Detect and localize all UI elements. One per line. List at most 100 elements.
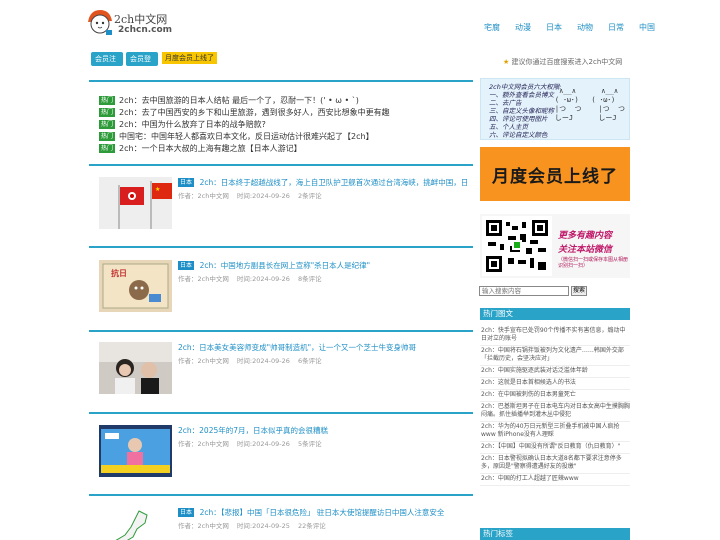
article-thumbnail[interactable] (99, 342, 172, 394)
news-link[interactable]: 2ch：中国为什么放弃了日本的战争赔款? (119, 119, 266, 130)
svg-text:★: ★ (155, 186, 160, 193)
ascii-art: ∧__∧ ∧__∧ ( ･ω･) ( ･ω･) |つ つ |つ つ しーJ しー… (554, 87, 625, 122)
site-logo[interactable]: 2ch中文网 2chcn.com (86, 8, 176, 38)
list-item[interactable]: 2ch：这就是日本首相候选人的书法 (480, 378, 630, 390)
article-title[interactable]: 2ch：【悲报】中国「日本很危险」 驻日本大使馆提醒访日中国人注意安全 (200, 508, 445, 517)
article-author: 作者：2ch中文网 (178, 357, 229, 365)
monthly-member-link[interactable]: 月度会员上线了 (162, 52, 217, 64)
article-title[interactable]: 2ch：2025年的7月，日本似乎真的会很糟糕 (178, 426, 328, 435)
list-item[interactable]: 2ch：【中国】中国没有所谓"反日教育（仇日教育）" (480, 442, 630, 454)
article-meta: 作者：2ch中文网 时间:2024-09-26 2条评论 (178, 190, 328, 200)
nav-item-japan[interactable]: 日本 (546, 22, 562, 33)
article-author: 作者：2ch中文网 (178, 192, 229, 200)
search-hint: ★ 建议你通过百度搜索进入2ch中文网 (503, 57, 622, 67)
divider (89, 330, 473, 332)
hot-articles-heading: 热门图文 (480, 308, 630, 320)
article-meta: 作者：2ch中文网 时间:2024-09-26 5条评论 (178, 438, 328, 448)
divider (89, 494, 473, 496)
privilege-line: 六、评论自定义颜色 (489, 131, 548, 139)
nav-item-anime[interactable]: 动漫 (515, 22, 531, 33)
article-comments[interactable]: 2条评论 (298, 192, 322, 200)
list-item[interactable]: 2ch：日本警视拟确认日本大道8名都下要求注意停多多，原因是"警察得遭遇好友的投… (480, 454, 630, 474)
article-thumbnail[interactable] (99, 507, 172, 540)
hot-articles-list: 2ch：快手宣布已处罚90个传播不实有害信息，煽动中日对立的账号 2ch：中国将… (480, 326, 630, 486)
search-hint-text: 建议你通过百度搜索进入2ch中文网 (511, 58, 623, 66)
star-icon: ★ (503, 58, 510, 66)
logo-url: 2chcn.com (118, 25, 173, 35)
list-item[interactable]: 2ch：华为的40万日元新型三折叠手机被中国人疯抢 www 新iPhone没有人… (480, 422, 630, 442)
svg-text:抗日: 抗日 (111, 268, 127, 278)
qr-text-line2: 关注本站微信 (558, 245, 613, 255)
article-time: 时间:2024-09-26 (236, 357, 290, 365)
category-tag[interactable]: 日本 (178, 178, 195, 187)
news-link[interactable]: 2ch：去中国旅游的日本人结帖 最后一个了，忍耐一下！(' • ω • `) (119, 95, 359, 106)
news-link[interactable]: 2ch：去了中国西安的乡下和山里旅游，遇到很多好人，西安比想象中更有趣 (119, 107, 390, 118)
article-title[interactable]: 2ch：日本终于超越战线了，海上自卫队护卫舰首次通过台湾海峡，挑衅中国，日 (200, 178, 468, 187)
article-author: 作者：2ch中文网 (178, 522, 229, 530)
article-thumbnail[interactable]: 抗日 (99, 260, 172, 312)
register-button[interactable]: 会员注册 (91, 52, 123, 77)
photo-image (99, 342, 172, 394)
article-thumbnail[interactable] (99, 425, 172, 477)
japan-map-image (99, 507, 172, 540)
divider (89, 246, 473, 248)
ad-text: 月度会员上线了 (492, 166, 618, 187)
list-item[interactable]: 热门 2ch：一个日本大叔的上海有趣之旅【日本人游记】 (99, 142, 469, 154)
monthly-member-ad[interactable]: 月度会员上线了 (480, 147, 630, 201)
article-meta: 作者：2ch中文网 时间:2024-09-26 8条评论 (178, 273, 328, 283)
list-item[interactable]: 2ch：巴基斯坦男子在日本电车内对日本女高中生摸胸胸闷痛。抓住插播举到灌木丛中侵… (480, 402, 630, 422)
article-time: 时间:2024-09-26 (236, 192, 290, 200)
wechat-qr-banner[interactable]: 更多有趣内容 关注本站微信 （微信扫一扫或保存本图从相册识别扫一扫） (480, 214, 630, 278)
article-author: 作者：2ch中文网 (178, 440, 229, 448)
article-meta: 作者：2ch中文网 时间:2024-09-25 22条评论 (178, 520, 332, 530)
article-comments[interactable]: 8条评论 (298, 275, 322, 283)
search-input[interactable] (479, 286, 569, 296)
article-thumbnail[interactable]: ★ (99, 177, 172, 229)
list-item[interactable]: 2ch：中国的打工人超越了匠辣www (480, 474, 630, 486)
category-tag[interactable]: 日本 (178, 261, 195, 270)
hot-news-list: 热门 2ch：去中国旅游的日本人结帖 最后一个了，忍耐一下！(' • ω • `… (99, 94, 469, 154)
hot-tags-heading: 热门标签 (480, 528, 630, 540)
article-comments[interactable]: 6条评论 (298, 357, 322, 365)
hot-tag: 热门 (99, 95, 116, 105)
nav-item-daily[interactable]: 日常 (608, 22, 624, 33)
category-tag[interactable]: 日本 (178, 508, 195, 517)
nav-item-china[interactable]: 中国 (639, 22, 655, 33)
mascot-logo-icon (88, 10, 112, 35)
privilege-line: 五、个人主页 (489, 123, 528, 131)
article-time: 时间:2024-09-25 (236, 522, 290, 530)
flags-image: ★ (99, 177, 172, 229)
list-item[interactable]: 热门 中国宅：中国年轻人都喜欢日本文化，反日运动估计很难兴起了【2ch】 (99, 130, 469, 142)
tv-screenshot-image (99, 425, 172, 477)
article-time: 时间:2024-09-26 (236, 275, 290, 283)
article-title[interactable]: 2ch：日本美女美容师变成"帅哥制造机"，让一个又一个芝士牛变身帅哥 (178, 343, 416, 352)
list-item[interactable]: 2ch：快手宣布已处罚90个传播不实有害信息，煽动中日对立的账号 (480, 326, 630, 346)
list-item[interactable]: 热门 2ch：中国为什么放弃了日本的战争赔款? (99, 118, 469, 130)
nav-item-zhaifu[interactable]: 宅腐 (484, 22, 500, 33)
article-comments[interactable]: 22条评论 (298, 522, 326, 530)
qr-text-line1: 更多有趣内容 (558, 231, 613, 241)
hot-tag: 热门 (99, 119, 116, 129)
login-button[interactable]: 会员登录 (126, 52, 158, 77)
article-time: 时间:2024-09-26 (236, 440, 290, 448)
qr-text-line3: （微信扫一扫或保存本图从相册识别扫一扫） (558, 257, 629, 269)
article-comments[interactable]: 5条评论 (298, 440, 322, 448)
article-meta: 作者：2ch中文网 时间:2024-09-26 6条评论 (178, 355, 328, 365)
cartoon-image: 抗日 (99, 260, 172, 312)
nav-item-animals[interactable]: 动物 (577, 22, 593, 33)
news-link[interactable]: 中国宅：中国年轻人都喜欢日本文化，反日运动估计很难兴起了【2ch】 (119, 131, 374, 142)
list-item[interactable]: 热门 2ch：去中国旅游的日本人结帖 最后一个了，忍耐一下！(' • ω • `… (99, 94, 469, 106)
list-item[interactable]: 热门 2ch：去了中国西安的乡下和山里旅游，遇到很多好人，西安比想象中更有趣 (99, 106, 469, 118)
divider (89, 164, 473, 166)
list-item[interactable]: 2ch：中国将石锅拌饭被列为文化遗产……韩国外交部「拦截历史，会坚决应对」 (480, 346, 630, 366)
list-item[interactable]: 2ch：中国实施驱逐武装对话泛滥体年龄 (480, 366, 630, 378)
member-privileges-banner[interactable]: 2ch中文网会员六大权限: 一、额外查看会员博文 二、去广告 三、自定义头像和昵… (480, 78, 630, 140)
main-nav: 宅腐 动漫 日本 动物 日常 中国 (484, 22, 655, 33)
hot-tag: 热门 (99, 143, 116, 153)
search-button[interactable]: 搜索 (571, 286, 587, 296)
divider (89, 412, 473, 414)
qr-code-icon (482, 216, 552, 276)
article-title[interactable]: 2ch：中国地方副县长在网上宣称"杀日本人是纪律" (200, 261, 371, 270)
list-item[interactable]: 2ch：在中国被刺伤的日本男童死亡 (480, 390, 630, 402)
news-link[interactable]: 2ch：一个日本大叔的上海有趣之旅【日本人游记】 (119, 143, 302, 154)
